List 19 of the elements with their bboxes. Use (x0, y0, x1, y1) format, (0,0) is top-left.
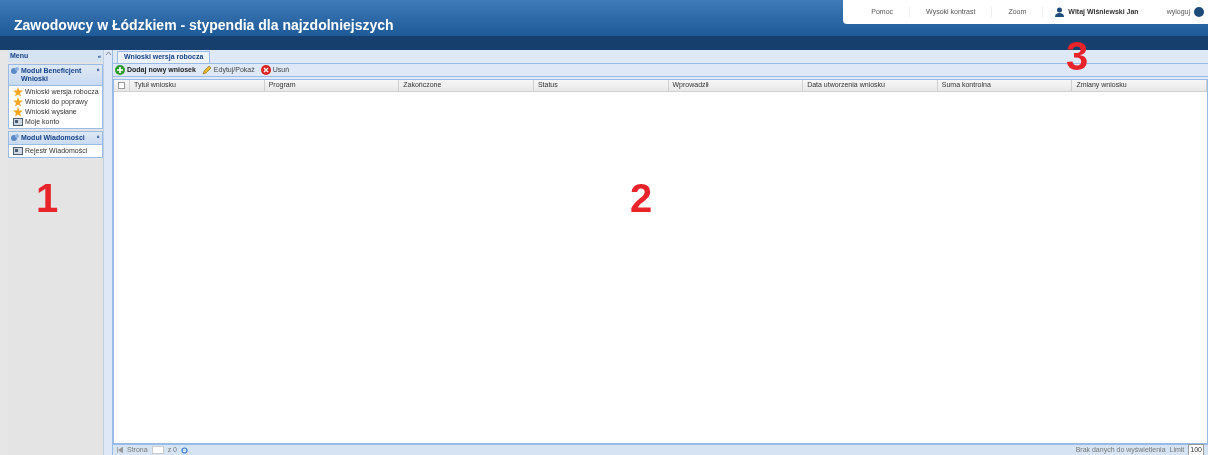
scroll-up-icon (105, 52, 111, 55)
pencil-icon (201, 65, 212, 75)
star-icon (13, 97, 23, 107)
star-icon (13, 107, 23, 117)
card-icon (13, 118, 23, 126)
select-all-checkbox[interactable] (118, 82, 125, 89)
page-field[interactable] (151, 446, 164, 454)
add-icon (115, 65, 125, 75)
star-icon (13, 87, 23, 97)
modules-icon (11, 67, 19, 74)
modules-icon (11, 134, 19, 141)
annotation-number: 1 (36, 178, 59, 218)
user-icon (1055, 7, 1065, 17)
app-title: Zawodowcy w Łódzkiem - stypendia dla najzdolniejszych (13, 16, 394, 32)
annotation-number: 2 (630, 178, 653, 218)
refresh-icon[interactable] (180, 446, 188, 454)
card-icon (13, 147, 23, 155)
first-page-icon[interactable] (117, 447, 123, 453)
delete-icon (260, 65, 271, 75)
